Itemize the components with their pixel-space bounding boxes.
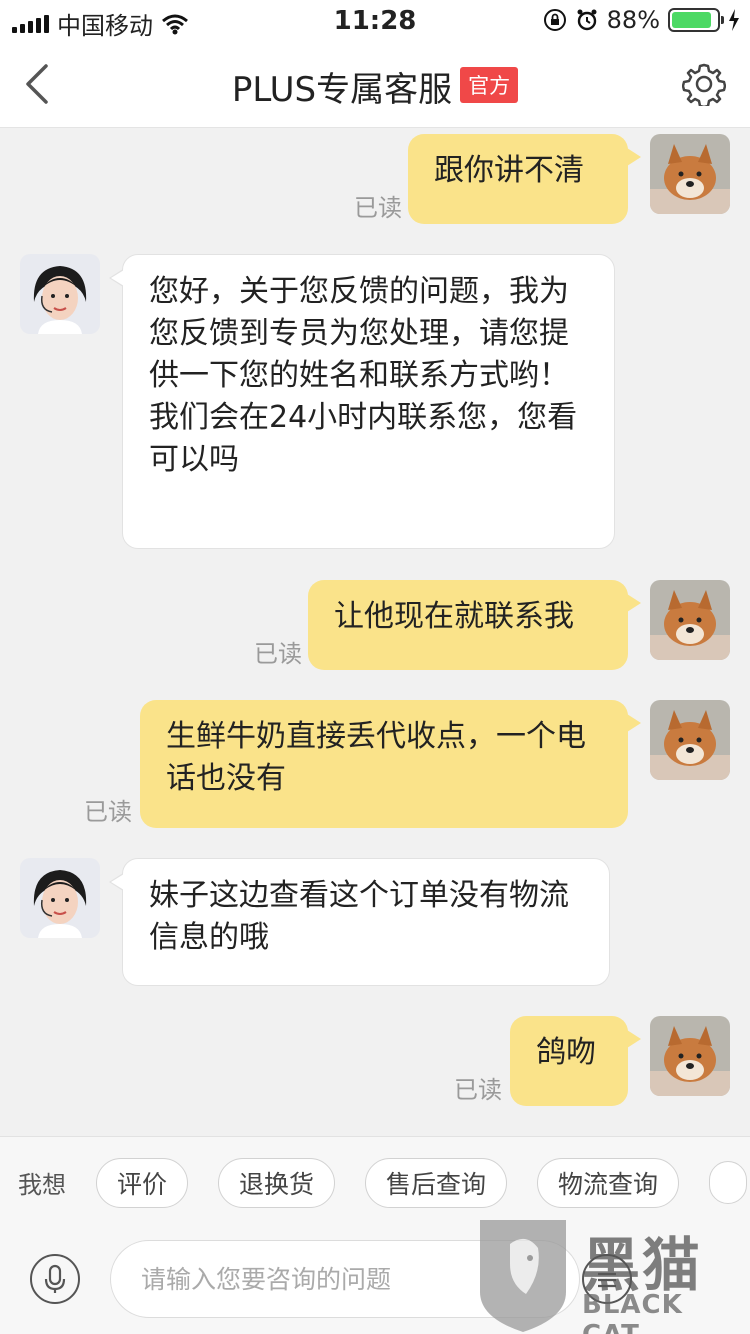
gear-icon[interactable] xyxy=(682,62,726,106)
message-text: 跟你讲不清 xyxy=(434,153,584,188)
message-bubble[interactable]: 让他现在就联系我 xyxy=(308,580,641,670)
chat-area[interactable]: 跟你讲不清 已读 您好，关于您反馈的问题，我为您反馈到专员为您处理，请您提供一下… xyxy=(0,128,750,1136)
battery-percent: 88% xyxy=(606,6,660,34)
message-bubble[interactable]: 您好，关于您反馈的问题，我为您反馈到专员为您处理，请您提供一下您的姓名和联系方式… xyxy=(109,254,615,549)
message-text: 妹子这边查看这个订单没有物流信息的哦 xyxy=(149,878,569,955)
chip-review[interactable]: 评价 xyxy=(96,1157,189,1208)
read-status: 已读 xyxy=(454,1076,502,1104)
battery-icon xyxy=(668,8,724,32)
chip-return-exchange[interactable]: 退换货 xyxy=(218,1157,336,1208)
watermark-text-en: BLACK CAT xyxy=(582,1290,683,1334)
read-status: 已读 xyxy=(354,194,402,222)
user-avatar[interactable] xyxy=(650,700,730,780)
agent-avatar[interactable] xyxy=(20,254,100,334)
agent-avatar[interactable] xyxy=(20,858,100,938)
chip-logistics-query[interactable]: 物流查询 xyxy=(537,1157,680,1208)
watermark-logo: 黑猫 BLACK CAT xyxy=(470,1214,750,1334)
page-title: PLUS专属客服 xyxy=(231,70,453,110)
message-bubble[interactable]: 妹子这边查看这个订单没有物流信息的哦 xyxy=(109,858,610,986)
message-text: 生鲜牛奶直接丢代收点，一个电话也没有 xyxy=(166,719,586,796)
alarm-icon xyxy=(577,9,597,31)
message-bubble[interactable]: 跟你讲不清 xyxy=(408,134,641,224)
read-status: 已读 xyxy=(254,640,302,668)
chip-after-sales-query[interactable]: 售后查询 xyxy=(365,1157,508,1208)
message-text: 您好，关于您反馈的问题，我为您反馈到专员为您处理，请您提供一下您的姓名和联系方式… xyxy=(149,274,578,477)
nav-bar: PLUS专属客服 官方 xyxy=(0,40,750,128)
message-text: 让他现在就联系我 xyxy=(334,599,574,634)
charging-icon xyxy=(729,9,739,31)
rotation-lock-icon xyxy=(543,9,566,31)
user-avatar[interactable] xyxy=(650,1016,730,1096)
message-bubble[interactable]: 鸽吻 xyxy=(510,1016,641,1106)
read-status: 已读 xyxy=(84,798,132,826)
user-avatar[interactable] xyxy=(650,580,730,660)
message-text: 鸽吻 xyxy=(536,1035,596,1070)
message-bubble[interactable]: 生鲜牛奶直接丢代收点，一个电话也没有 xyxy=(140,700,641,828)
user-avatar[interactable] xyxy=(650,134,730,214)
chip-more[interactable] xyxy=(709,1161,748,1204)
official-badge: 官方 xyxy=(460,66,519,103)
microphone-icon[interactable] xyxy=(30,1254,80,1304)
status-bar: 中国移动 11:28 88% xyxy=(0,0,750,40)
quick-reply-label: 我想 xyxy=(18,1171,66,1199)
